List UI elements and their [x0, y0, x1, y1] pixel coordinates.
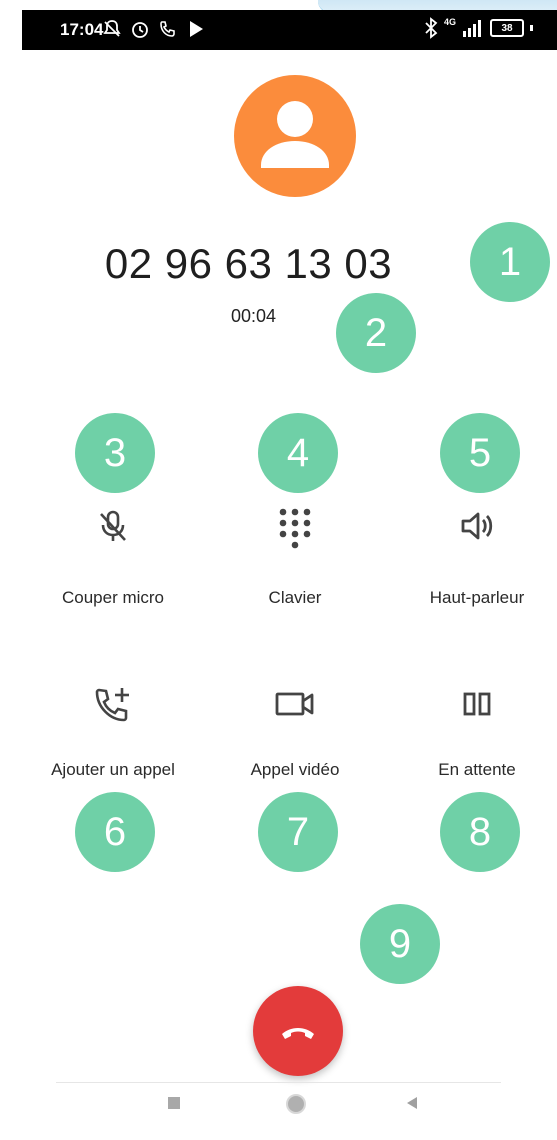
keypad-label: Clavier: [268, 588, 322, 607]
video-call-label: Appel vidéo: [250, 760, 340, 779]
status-icons-left: [102, 19, 206, 39]
bluetooth-icon: [425, 17, 438, 39]
notifications-off-icon: [103, 20, 121, 37]
square-icon: [168, 1097, 180, 1109]
circle-icon: [286, 1094, 306, 1114]
video-call-button[interactable]: Appel vidéo: [200, 684, 390, 780]
annotation-badge-5: 5: [440, 413, 520, 493]
annotation-badge-6: 6: [75, 792, 155, 872]
end-call-button[interactable]: [253, 986, 343, 1076]
add-call-button[interactable]: Ajouter un appel: [18, 684, 208, 780]
annotation-badge-9: 9: [360, 904, 440, 984]
status-time: 17:04: [60, 20, 104, 39]
alarm-icon: [132, 22, 148, 38]
contact-avatar: [234, 75, 356, 197]
hold-label: En attente: [438, 760, 516, 779]
dialpad-icon: [279, 508, 311, 549]
video-call-icon: [275, 692, 314, 716]
mic-off-icon: [100, 510, 126, 541]
hang-up-icon: [282, 1028, 314, 1039]
play-store-icon: [190, 21, 203, 37]
status-bar: 17:04 4G 38: [22, 10, 557, 50]
status-icons-right: 4G 38: [424, 17, 533, 39]
person-icon: [261, 101, 329, 168]
hold-button[interactable]: En attente: [382, 684, 557, 780]
mute-button[interactable]: Couper micro: [18, 506, 208, 608]
signal-icon: [463, 20, 481, 37]
keypad-button[interactable]: Clavier: [200, 506, 390, 608]
battery-tip: [530, 25, 533, 31]
nav-divider: [56, 1082, 501, 1083]
speaker-icon: [461, 512, 493, 540]
annotation-badge-1: 1: [470, 222, 550, 302]
add-call-label: Ajouter un appel: [51, 760, 175, 779]
add-call-icon: [95, 688, 129, 722]
annotation-badge-4: 4: [258, 413, 338, 493]
annotation-badge-8: 8: [440, 792, 520, 872]
annotation-badge-2: 2: [336, 293, 416, 373]
triangle-back-icon: [407, 1097, 417, 1109]
battery-level: 38: [501, 22, 513, 34]
home-button[interactable]: [284, 1092, 308, 1121]
mute-label: Couper micro: [61, 588, 165, 607]
annotation-badge-3: 3: [75, 413, 155, 493]
pause-icon: [463, 692, 491, 716]
call-timer: 00:04: [230, 306, 277, 326]
speaker-label: Haut-parleur: [429, 588, 525, 607]
network-type: 4G: [443, 17, 456, 27]
annotation-badge-7: 7: [258, 792, 338, 872]
recents-button[interactable]: [166, 1095, 182, 1116]
speaker-button[interactable]: Haut-parleur: [382, 506, 557, 608]
call-status-icon: [160, 21, 175, 37]
back-button[interactable]: [404, 1095, 420, 1116]
battery-indicator: 38: [490, 19, 524, 37]
